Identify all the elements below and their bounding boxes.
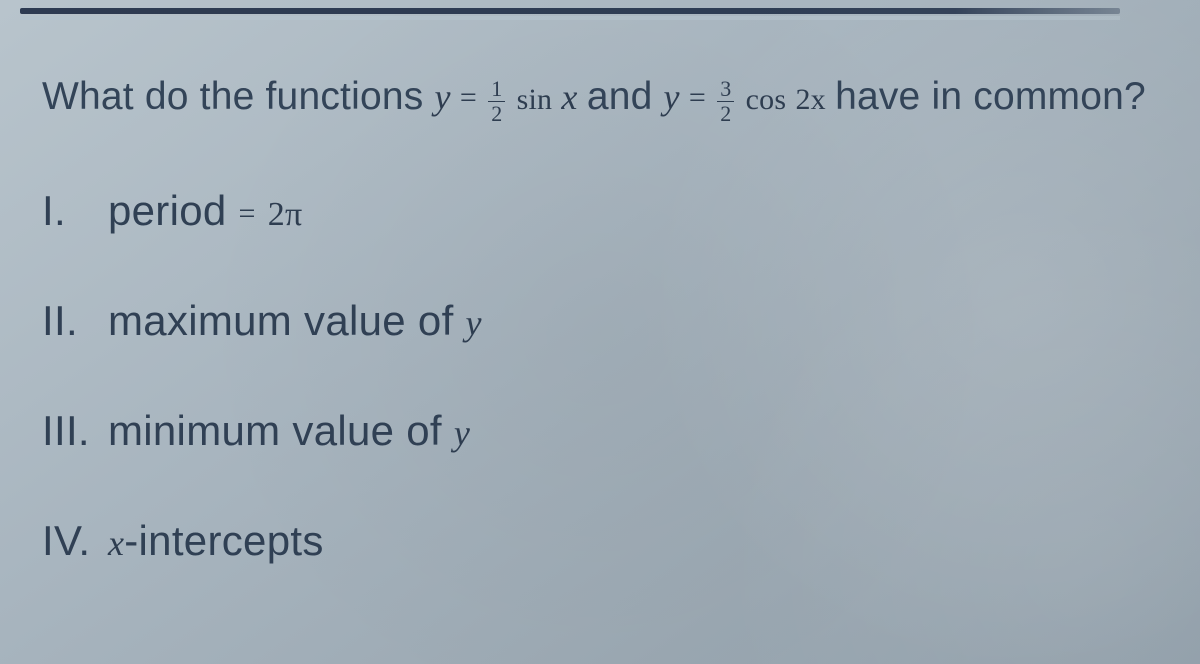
- equals-sign: =: [239, 197, 256, 230]
- fraction-numerator: 1: [488, 78, 505, 102]
- option-text: maximum value of: [108, 297, 466, 344]
- question-tail: have in common?: [835, 75, 1146, 118]
- question-lead: What do the functions: [42, 75, 434, 118]
- option-label: III.: [42, 407, 96, 455]
- horizontal-rule-shadow: [20, 16, 1120, 20]
- option-text: minimum value of: [108, 407, 454, 454]
- option-label: IV.: [42, 517, 96, 565]
- option-i: I. period = 2π: [42, 187, 1170, 235]
- sin-function: sin: [517, 83, 553, 116]
- option-iv: IV. x-intercepts: [42, 517, 1170, 565]
- option-text: -intercepts: [124, 517, 323, 564]
- fraction-denominator: 2: [717, 102, 734, 125]
- option-text: period: [108, 187, 239, 234]
- options-list: I. period = 2π II. maximum value of y II…: [42, 187, 1170, 565]
- var-y: y: [434, 77, 450, 117]
- var-y: y: [664, 77, 680, 117]
- fraction-denominator: 2: [488, 102, 505, 125]
- cos-function: cos: [746, 83, 787, 116]
- option-iii: III. minimum value of y: [42, 407, 1170, 455]
- fraction-one-half: 1 2: [488, 78, 505, 125]
- function-1: y = 1 2 sin x: [434, 77, 586, 117]
- question-and: and: [587, 75, 664, 118]
- arg-2x: 2x: [795, 83, 825, 116]
- horizontal-rule: [20, 8, 1120, 14]
- question-text: What do the functions y = 1 2 sin x and …: [42, 70, 1170, 125]
- value-two-pi: 2π: [268, 196, 303, 233]
- function-2: y = 3 2 cos 2x: [664, 77, 836, 117]
- question-block: What do the functions y = 1 2 sin x and …: [42, 70, 1170, 565]
- option-label: II.: [42, 297, 96, 345]
- equals-sign: =: [460, 81, 477, 114]
- option-ii: II. maximum value of y: [42, 297, 1170, 345]
- fraction-three-halves: 3 2: [717, 78, 734, 125]
- equals-sign: =: [689, 81, 706, 114]
- var-y: y: [454, 413, 470, 453]
- var-y: y: [466, 303, 482, 343]
- var-x: x: [108, 523, 124, 563]
- arg-x: x: [561, 77, 577, 117]
- fraction-numerator: 3: [717, 78, 734, 102]
- option-label: I.: [42, 187, 96, 235]
